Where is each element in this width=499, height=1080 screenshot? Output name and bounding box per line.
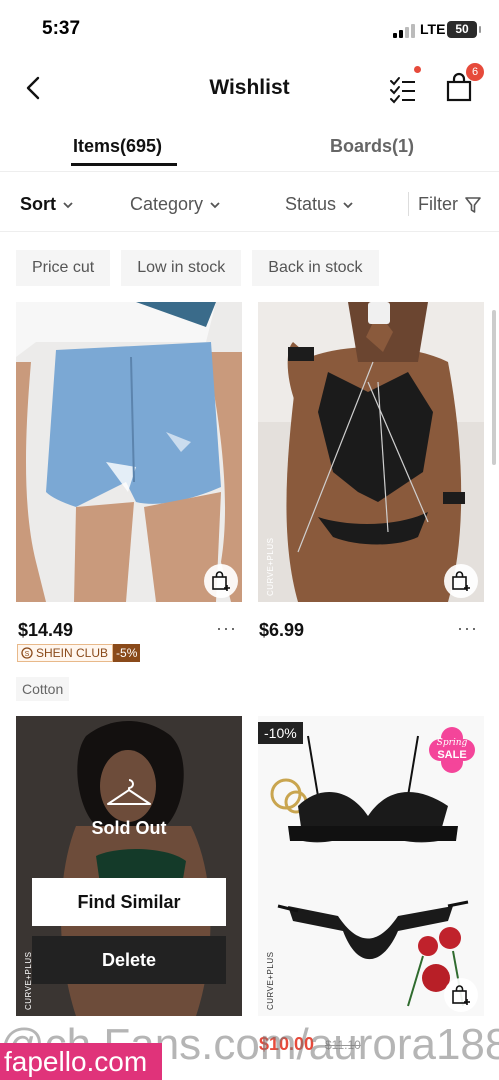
sale-bottom-text: SALE xyxy=(437,749,467,761)
denim-shorts-photo xyxy=(16,302,242,602)
add-to-bag-icon xyxy=(452,985,470,1005)
brand-mark: CURVE+PLUS xyxy=(266,951,275,1010)
discount-badge: -10% xyxy=(258,722,303,744)
product-price: $14.49 xyxy=(18,620,74,640)
scrollbar[interactable] xyxy=(492,310,496,465)
more-options-button[interactable]: ··· xyxy=(216,618,237,639)
status-label: Status xyxy=(285,194,337,214)
sold-out-label: Sold Out xyxy=(91,818,167,838)
product-image[interactable]: CURVE+PLUS Sold Out Find Similar Delete xyxy=(16,716,242,1016)
add-to-cart-button[interactable] xyxy=(444,978,478,1012)
product-image[interactable]: CURVE+PLUS xyxy=(258,302,484,602)
chevron-down-icon xyxy=(343,201,353,208)
notification-dot xyxy=(414,66,421,73)
checklist-icon[interactable] xyxy=(388,74,418,104)
filter-divider xyxy=(408,192,409,216)
page-title: Wishlist xyxy=(209,76,290,99)
add-to-cart-button[interactable] xyxy=(204,564,238,598)
bag-count-badge: 6 xyxy=(466,63,484,81)
category-dropdown[interactable]: Category xyxy=(130,194,221,215)
filter-label: Filter xyxy=(418,194,458,214)
tab-boards[interactable]: Boards(1) xyxy=(330,136,414,157)
tab-items[interactable]: Items(695) xyxy=(73,136,162,157)
shein-club-badge: S SHEIN CLUB -5% xyxy=(17,644,141,662)
product-price: $6.99 xyxy=(259,620,305,640)
quick-filter-chips: Price cut Low in stock Back in stock xyxy=(16,250,379,286)
spring-sale-badge: Spring SALE xyxy=(428,726,476,774)
filter-bar: Sort Category Status Filter xyxy=(0,176,499,232)
hanger-icon xyxy=(107,779,151,805)
funnel-icon xyxy=(465,196,481,213)
chevron-down-icon xyxy=(210,201,220,208)
active-tab-indicator xyxy=(71,163,177,166)
more-options-button[interactable]: ··· xyxy=(457,618,478,639)
category-label: Category xyxy=(130,194,204,214)
sort-dropdown[interactable]: Sort xyxy=(20,194,74,215)
product-image[interactable]: -10% Spring SALE CURVE+PLUS xyxy=(258,716,484,1016)
tab-bar: Items(695) Boards(1) xyxy=(0,126,499,172)
product-image[interactable] xyxy=(16,302,242,602)
svg-text:S: S xyxy=(25,651,30,658)
add-to-cart-button[interactable] xyxy=(444,564,478,598)
chip-price-cut[interactable]: Price cut xyxy=(16,250,111,286)
material-tag: Cotton xyxy=(16,677,70,701)
add-to-bag-icon xyxy=(452,571,470,591)
battery-icon: 50 xyxy=(447,21,481,38)
club-label: SHEIN CLUB xyxy=(36,646,109,660)
status-time: 5:37 xyxy=(42,18,81,39)
brand-mark: CURVE+PLUS xyxy=(266,537,275,596)
club-discount: -5% xyxy=(113,644,141,662)
club-icon: S xyxy=(21,647,33,659)
find-similar-button[interactable]: Find Similar xyxy=(32,878,226,926)
status-dropdown[interactable]: Status xyxy=(285,194,354,215)
delete-button[interactable]: Delete xyxy=(32,936,226,984)
network-label: LTE xyxy=(420,21,446,37)
sale-top-text: Spring xyxy=(436,738,468,748)
nav-bar: Wishlist 6 xyxy=(0,60,499,116)
lace-bodysuit-photo xyxy=(258,302,484,602)
watermark-logo: fapello.com xyxy=(0,1043,162,1080)
chip-low-in-stock[interactable]: Low in stock xyxy=(121,250,242,286)
chevron-down-icon xyxy=(63,201,73,208)
filter-button[interactable]: Filter xyxy=(418,194,482,215)
status-bar: 5:37 LTE 50 xyxy=(0,0,499,56)
signal-icon xyxy=(393,24,415,38)
sort-label: Sort xyxy=(20,194,56,214)
chip-back-in-stock[interactable]: Back in stock xyxy=(252,250,379,286)
add-to-bag-icon xyxy=(212,571,230,591)
